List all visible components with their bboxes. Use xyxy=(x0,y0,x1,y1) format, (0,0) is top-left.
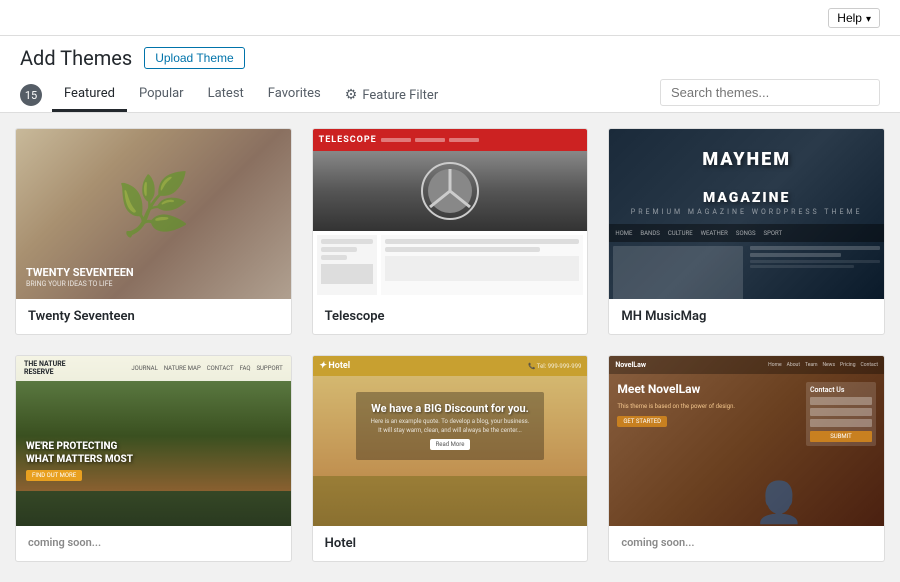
contact-label: Contact Us xyxy=(810,386,872,394)
theme-thumbnail: 🌿 TWENTY SEVENTEEN Bring your ideas to l… xyxy=(16,129,291,299)
mag-title-line1: MAYHEM xyxy=(609,129,884,170)
tab-favorites[interactable]: Favorites xyxy=(256,78,333,112)
theme-card-hotel[interactable]: ✦ Hotel 📞 Tel: 999-999-999 We have a BIG… xyxy=(312,355,589,562)
tab-popular[interactable]: Popular xyxy=(127,78,196,112)
feature-filter-button[interactable]: ⚙ Feature Filter xyxy=(333,79,450,111)
page-title-row: Add Themes Upload Theme xyxy=(20,46,880,70)
theme-thumbnail: MAYHEM MAGAZINE PREMIUM MAGAZINE WORDPRE… xyxy=(609,129,884,299)
theme-card-nature-reserve[interactable]: THE NATURE RESERVE JOURNAL NATURE MAP CO… xyxy=(15,355,292,562)
theme-thumb-text: TWENTY SEVENTEEN Bring your ideas to lif… xyxy=(26,266,134,289)
hotel-subtext: Here is an example quote. To develop a b… xyxy=(371,418,530,435)
top-bar: Help xyxy=(0,0,900,36)
novel-desc: This theme is based on the power of desi… xyxy=(617,402,798,411)
main-content: 🌿 TWENTY SEVENTEEN Bring your ideas to l… xyxy=(0,113,900,582)
upload-theme-button[interactable]: Upload Theme xyxy=(144,47,245,69)
novel-logo: NovelLaw xyxy=(615,361,646,369)
theme-name: Twenty Seventeen xyxy=(16,299,291,334)
search-input[interactable] xyxy=(660,79,880,106)
theme-name: coming soon... xyxy=(609,526,884,559)
theme-name: coming soon... xyxy=(16,526,291,559)
mag-subtitle: PREMIUM MAGAZINE WORDPRESS THEME xyxy=(609,208,884,216)
hotel-heading: We have a BIG Discount for you. xyxy=(371,402,530,415)
plant-decoration: 🌿 xyxy=(116,169,191,240)
nav-tabs: 15 Featured Popular Latest Favorites ⚙ F… xyxy=(20,78,880,112)
mag-title-line2: MAGAZINE xyxy=(609,170,884,206)
hotel-contact: 📞 Tel: 999-999-999 xyxy=(528,363,581,370)
nature-cta: FIND OUT MORE xyxy=(26,470,82,481)
tab-latest[interactable]: Latest xyxy=(196,78,256,112)
car-decoration xyxy=(313,151,588,231)
page-title: Add Themes xyxy=(20,46,132,70)
theme-thumbnail: NovelLaw Home About Team News Pricing Co… xyxy=(609,356,884,526)
theme-card-novellaw[interactable]: NovelLaw Home About Team News Pricing Co… xyxy=(608,355,885,562)
nature-logo: THE NATURE RESERVE xyxy=(24,360,66,377)
novel-cta: GET STARTED xyxy=(617,416,667,427)
theme-count-badge: 15 xyxy=(20,84,42,106)
novel-title: Meet NovelLaw xyxy=(617,382,798,398)
theme-thumbnail: ✦ Hotel 📞 Tel: 999-999-999 We have a BIG… xyxy=(313,356,588,526)
protecting-text: WE'RE PROTECTINGWHAT MATTERS MOST xyxy=(26,440,133,466)
read-more-btn: Read More xyxy=(430,439,471,450)
chevron-down-icon xyxy=(866,11,871,25)
gear-icon: ⚙ xyxy=(345,87,358,103)
theme-card-mh-musicmag[interactable]: MAYHEM MAGAZINE PREMIUM MAGAZINE WORDPRE… xyxy=(608,128,885,335)
theme-thumbnail: TELESCOPE xyxy=(313,129,588,299)
page-header: Add Themes Upload Theme 15 Featured Popu… xyxy=(0,36,900,113)
theme-card-telescope[interactable]: TELESCOPE xyxy=(312,128,589,335)
hotel-logo: ✦ Hotel xyxy=(319,361,351,371)
tab-featured[interactable]: Featured xyxy=(52,78,127,112)
theme-card-twenty-seventeen[interactable]: 🌿 TWENTY SEVENTEEN Bring your ideas to l… xyxy=(15,128,292,335)
help-label: Help xyxy=(837,11,862,25)
theme-thumbnail: THE NATURE RESERVE JOURNAL NATURE MAP CO… xyxy=(16,356,291,526)
theme-name: Hotel xyxy=(313,526,588,561)
submit-btn: SUBMIT xyxy=(810,431,872,442)
theme-name: MH MusicMag xyxy=(609,299,884,334)
theme-name: Telescope xyxy=(313,299,588,334)
feature-filter-label: Feature Filter xyxy=(362,88,438,103)
theme-grid: 🌿 TWENTY SEVENTEEN Bring your ideas to l… xyxy=(15,128,885,562)
help-button[interactable]: Help xyxy=(828,8,880,28)
